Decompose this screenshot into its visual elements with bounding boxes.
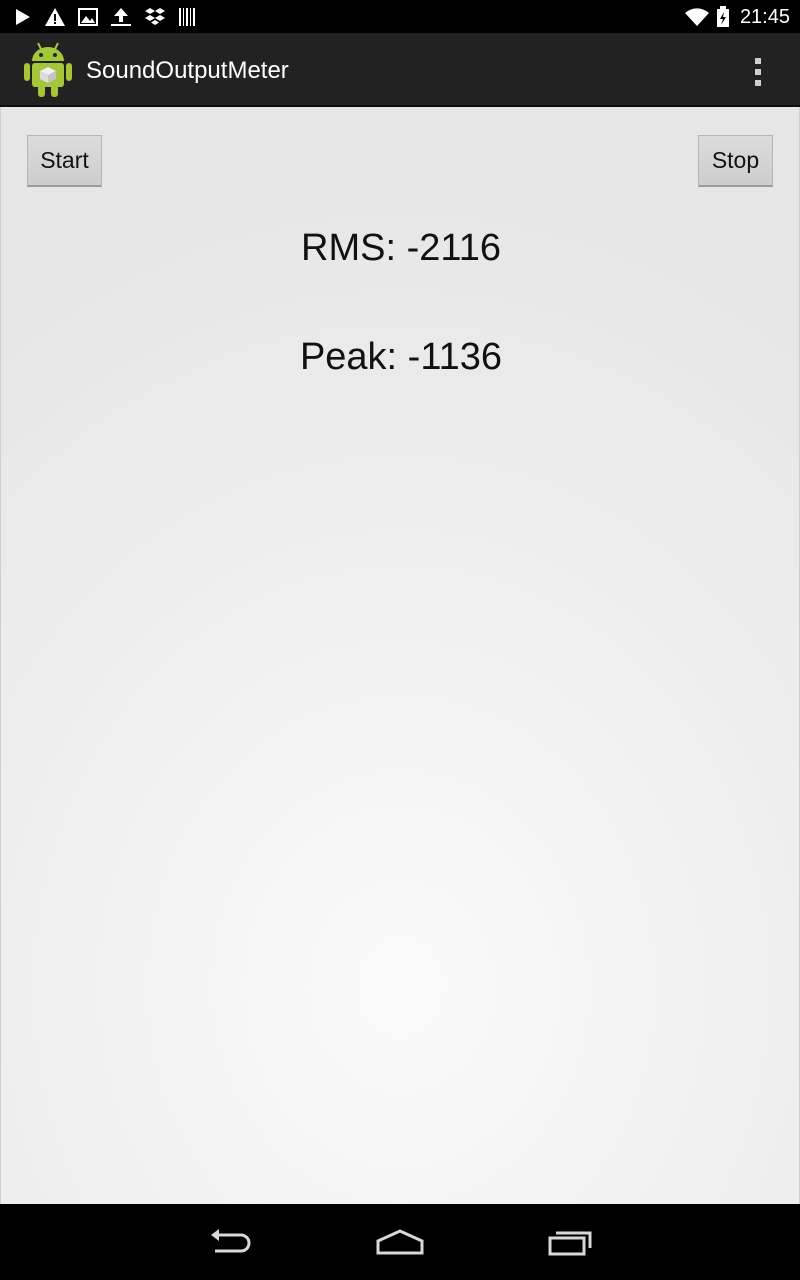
system-icons: 21:45: [684, 4, 790, 30]
app-title: SoundOutputMeter: [86, 57, 289, 84]
peak-readout: Peak: -1136: [299, 336, 503, 378]
warning-icon: [44, 7, 66, 27]
battery-icon: [716, 6, 730, 28]
dropbox-icon: [144, 7, 166, 27]
android-app-icon[interactable]: [22, 41, 74, 99]
upload-icon: [110, 7, 132, 27]
notification-icons: [14, 5, 196, 29]
status-clock: 21:45: [739, 5, 790, 28]
navigation-bar: [0, 1204, 800, 1280]
play-icon: [14, 8, 32, 26]
back-icon[interactable]: [200, 1224, 260, 1260]
action-bar: SoundOutputMeter: [0, 33, 800, 107]
recents-icon[interactable]: [541, 1224, 601, 1260]
home-icon[interactable]: [370, 1224, 430, 1260]
main-content: Start Stop RMS: -2116 Peak: -1136: [0, 107, 800, 1204]
stop-button[interactable]: Stop: [698, 135, 773, 187]
wifi-icon: [684, 7, 710, 27]
start-button[interactable]: Start: [27, 135, 102, 187]
status-bar: 21:45: [0, 0, 800, 33]
barcode-icon: [178, 7, 196, 27]
overflow-menu-icon[interactable]: [746, 55, 770, 89]
rms-readout: RMS: -2116: [301, 227, 501, 269]
image-icon: [78, 8, 98, 26]
